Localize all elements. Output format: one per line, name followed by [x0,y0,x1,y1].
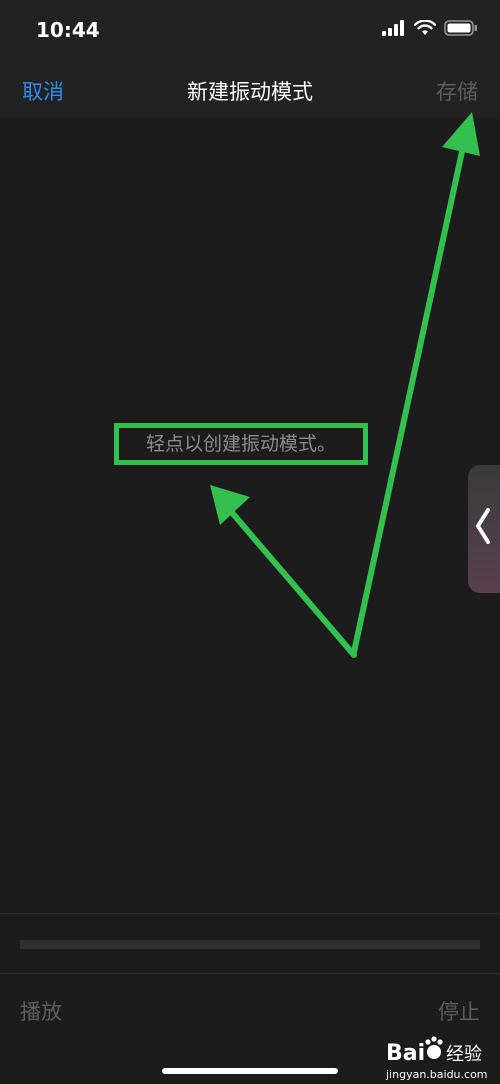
chevron-left-icon [474,508,492,551]
divider [0,913,500,914]
baidu-jingyan-watermark: Bai 经验 jingyan.baidu.com [385,1036,488,1081]
watermark-url: jingyan.baidu.com [385,1068,488,1081]
paw-icon [425,1036,443,1059]
watermark-suffix: 经验 [446,1044,482,1065]
home-indicator [162,1068,338,1074]
stop-button[interactable]: 停止 [438,996,480,1026]
annotation-arrows [210,112,480,658]
divider [0,973,500,974]
annotation-arrow-to-save [351,112,480,655]
annotation-arrow-to-hint [210,485,357,658]
watermark-brand: Bai [386,1041,425,1066]
play-button[interactable]: 播放 [20,996,62,1026]
playback-progress-bar [20,940,480,949]
